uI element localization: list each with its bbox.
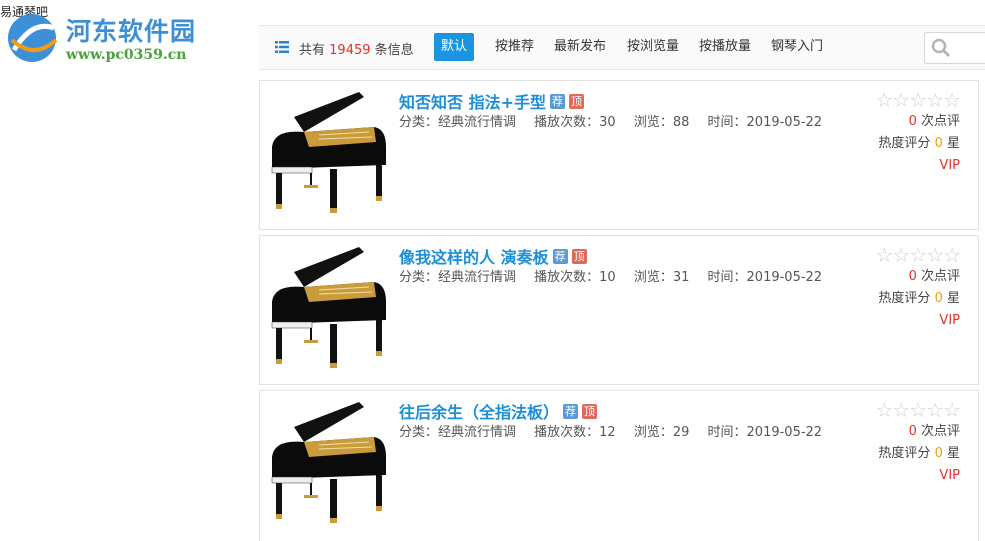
recommend-badge: 荐 — [549, 93, 565, 109]
heat-unit: 星 — [946, 136, 960, 151]
item-plays: 播放次数：10 — [534, 270, 616, 285]
review-label: 次点评 — [920, 114, 960, 129]
item-title[interactable]: 往后余生（全指法板） — [399, 403, 559, 422]
vip-label: VIP — [939, 313, 960, 328]
list-item[interactable]: 像我这样的人 演奏板荐顶 分类：经典流行情调 播放次数：10 浏览：31 时间：… — [259, 235, 979, 385]
item-views: 浏览：88 — [633, 115, 690, 130]
item-title-row: 知否知否 指法+手型荐顶 — [399, 89, 584, 112]
sort-plays[interactable]: 按播放量 — [692, 33, 758, 61]
result-count: 共有 19459 条信息 — [299, 39, 414, 58]
count-suffix: 条信息 — [374, 43, 414, 58]
heat-label: 热度评分 — [878, 136, 931, 151]
item-meta: 分类：经典流行情调 播放次数：30 浏览：88 时间：2019-05-22 — [399, 111, 836, 130]
review-count: 0 — [908, 114, 917, 129]
piano-thumbnail[interactable] — [264, 397, 394, 531]
top-badge: 顶 — [582, 403, 598, 419]
sort-piano-beginner[interactable]: 钢琴入门 — [764, 33, 830, 61]
item-plays: 播放次数：30 — [534, 115, 616, 130]
heat-value: 0 — [934, 136, 943, 151]
item-rating: ☆☆☆☆☆ 0 次点评 热度评分 0 星 VIP — [875, 244, 961, 332]
item-time: 时间：2019-05-22 — [707, 425, 823, 440]
review-count: 0 — [908, 424, 917, 439]
star-rating-icon[interactable]: ☆☆☆☆☆ — [875, 399, 961, 421]
search-icon[interactable] — [930, 37, 952, 59]
item-title-row: 像我这样的人 演奏板荐顶 — [399, 244, 587, 267]
piano-thumbnail[interactable] — [264, 242, 394, 376]
star-rating-icon[interactable]: ☆☆☆☆☆ — [875, 244, 961, 266]
star-rating-icon[interactable]: ☆☆☆☆☆ — [875, 89, 961, 111]
heat-unit: 星 — [946, 446, 960, 461]
piano-image — [271, 247, 386, 368]
vip-label: VIP — [939, 158, 960, 173]
heat-value: 0 — [934, 446, 943, 461]
sort-newest[interactable]: 最新发布 — [547, 33, 613, 61]
review-label: 次点评 — [920, 269, 960, 284]
list-item[interactable]: 知否知否 指法+手型荐顶 分类：经典流行情调 播放次数：30 浏览：88 时间：… — [259, 80, 979, 230]
item-meta: 分类：经典流行情调 播放次数：12 浏览：29 时间：2019-05-22 — [399, 421, 836, 440]
search-input[interactable] — [924, 32, 985, 64]
count-prefix: 共有 — [299, 43, 326, 58]
watermark-url: www.pc0359.cn — [66, 47, 187, 63]
item-time: 时间：2019-05-22 — [707, 115, 823, 130]
item-views: 浏览：31 — [633, 270, 690, 285]
item-rating: ☆☆☆☆☆ 0 次点评 热度评分 0 星 VIP — [875, 89, 961, 177]
top-badge: 顶 — [571, 248, 587, 264]
watermark-logo: 河东软件园 www.pc0359.cn — [4, 10, 214, 66]
item-title[interactable]: 像我这样的人 演奏板 — [399, 248, 549, 267]
vip-label: VIP — [939, 468, 960, 483]
list-item[interactable]: 往后余生（全指法板）荐顶 分类：经典流行情调 播放次数：12 浏览：29 时间：… — [259, 390, 979, 541]
heat-value: 0 — [934, 291, 943, 306]
item-category: 分类：经典流行情调 — [399, 115, 517, 130]
review-count: 0 — [908, 269, 917, 284]
heat-unit: 星 — [946, 291, 960, 306]
piano-thumbnail[interactable] — [264, 87, 394, 221]
sort-views[interactable]: 按浏览量 — [620, 33, 686, 61]
heat-label: 热度评分 — [878, 291, 931, 306]
recommend-badge: 荐 — [563, 403, 579, 419]
filter-toolbar: 共有 19459 条信息 默认 按推荐 最新发布 按浏览量 按播放量 钢琴入门 — [259, 25, 985, 70]
piano-image — [271, 402, 386, 523]
item-plays: 播放次数：12 — [534, 425, 616, 440]
recommend-badge: 荐 — [552, 248, 568, 264]
item-views: 浏览：29 — [633, 425, 690, 440]
item-rating: ☆☆☆☆☆ 0 次点评 热度评分 0 星 VIP — [875, 399, 961, 487]
sort-recommend[interactable]: 按推荐 — [488, 33, 541, 61]
item-title-row: 往后余生（全指法板）荐顶 — [399, 399, 598, 422]
sort-default[interactable]: 默认 — [434, 33, 475, 61]
logo-icon — [8, 14, 58, 62]
top-badge: 顶 — [568, 93, 584, 109]
review-label: 次点评 — [920, 424, 960, 439]
item-time: 时间：2019-05-22 — [707, 270, 823, 285]
heat-label: 热度评分 — [878, 446, 931, 461]
watermark-name: 河东软件园 — [66, 17, 197, 46]
item-category: 分类：经典流行情调 — [399, 270, 517, 285]
item-category: 分类：经典流行情调 — [399, 425, 517, 440]
item-meta: 分类：经典流行情调 播放次数：10 浏览：31 时间：2019-05-22 — [399, 266, 836, 285]
count-value: 19459 — [329, 43, 371, 58]
piano-image — [271, 92, 386, 213]
list-icon — [275, 41, 289, 53]
item-title[interactable]: 知否知否 指法+手型 — [399, 93, 546, 112]
